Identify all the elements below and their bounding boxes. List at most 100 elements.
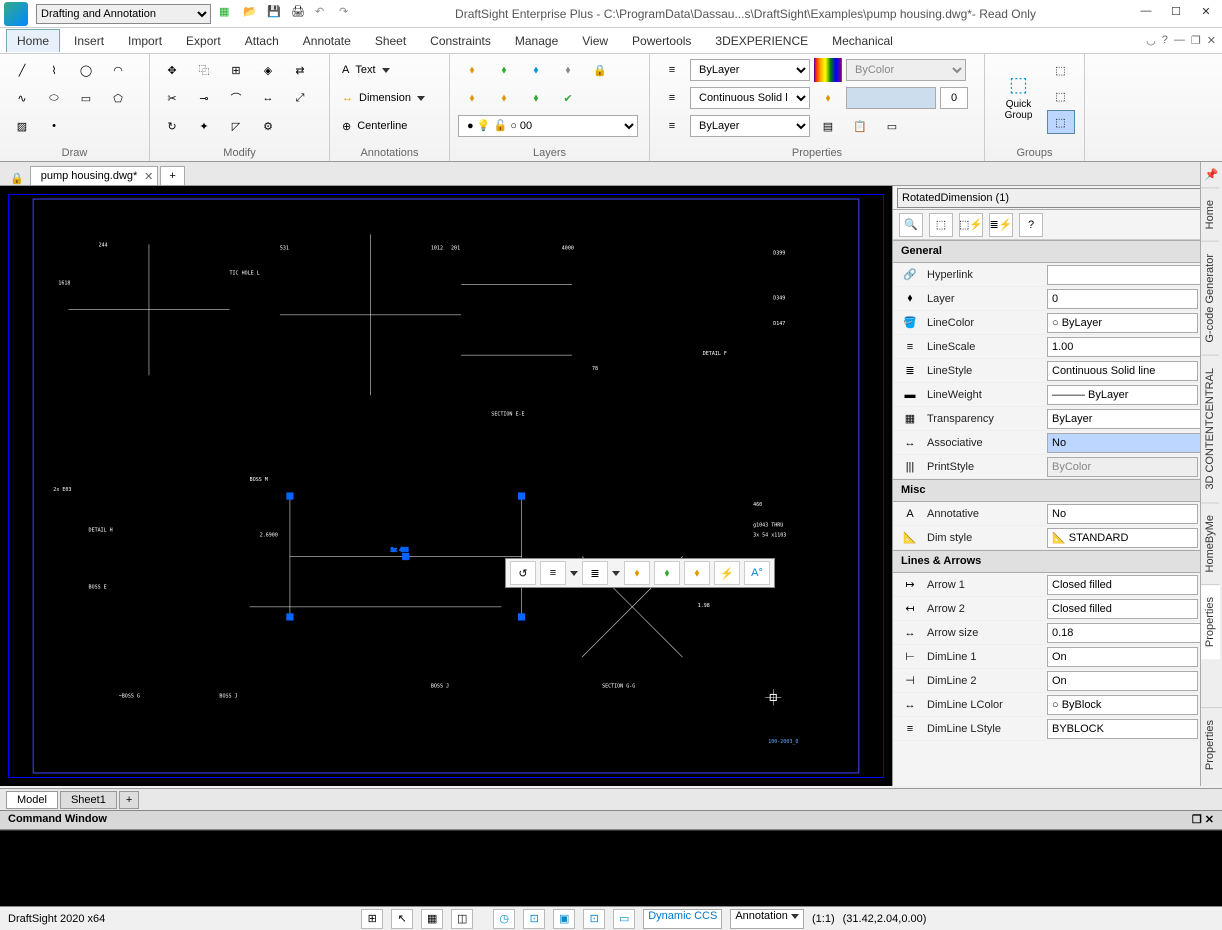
open-icon[interactable]: 📂 xyxy=(243,5,261,23)
select-button[interactable]: ▭ xyxy=(878,114,906,138)
esnap-button[interactable]: ⊡ xyxy=(523,909,545,929)
stretch-button[interactable]: ↔ xyxy=(254,86,282,110)
prop-value[interactable]: ——— ByLayer xyxy=(1047,385,1198,405)
grid-button[interactable]: ▦ xyxy=(421,909,443,929)
line-button[interactable]: ╱ xyxy=(8,58,36,82)
quick-group-button[interactable]: ⬚ QuickGroup xyxy=(995,66,1043,126)
dyn-button[interactable]: ▭ xyxy=(613,909,635,929)
reset-button[interactable]: ↺ xyxy=(510,561,536,585)
new-tab-button[interactable]: + xyxy=(160,166,184,185)
quick-select-button[interactable]: ⬚⚡ xyxy=(959,213,983,237)
layer-merge-button[interactable]: ✔ xyxy=(554,86,582,110)
prop-section[interactable]: Misc▴ xyxy=(893,479,1222,502)
polyline-button[interactable]: ⌇ xyxy=(40,58,68,82)
redo-icon[interactable]: ↷ xyxy=(339,5,357,23)
layer2-button[interactable]: ⬧ xyxy=(654,561,680,585)
side-tab-homebyme[interactable]: HomeByMe xyxy=(1201,502,1219,584)
layer-select[interactable]: ● 💡 🔓 ○ 00 xyxy=(458,115,638,137)
prop-value[interactable]: Closed filled xyxy=(1047,575,1198,595)
prop-value[interactable]: Closed filled xyxy=(1047,599,1198,619)
tab-constraints[interactable]: Constraints xyxy=(420,30,501,52)
linetype-select[interactable]: Continuous Solid l xyxy=(690,87,810,109)
layer-lock-button[interactable]: 🔒 xyxy=(586,58,614,82)
prop-value[interactable]: ○ ByLayer xyxy=(1047,313,1198,333)
snap-button[interactable]: ⊞ xyxy=(361,909,383,929)
match-props-button[interactable]: ≡ xyxy=(658,58,686,82)
layer-manager-button[interactable]: ⬧ xyxy=(458,58,486,82)
tab-insert[interactable]: Insert xyxy=(64,30,114,52)
prop-value[interactable]: On xyxy=(1047,647,1198,667)
sheet-tab-sheet1[interactable]: Sheet1 xyxy=(60,791,117,809)
drawing-canvas[interactable]: 1618244 TIC HOLE L 5311012 SECTION E-E 2… xyxy=(0,186,892,786)
tab-powertools[interactable]: Powertools xyxy=(622,30,701,52)
extend-button[interactable]: ⊸ xyxy=(190,86,218,110)
prop-value[interactable]: 📐 STANDARD xyxy=(1047,528,1198,548)
layer1-button[interactable]: ⬧ xyxy=(624,561,650,585)
tab-home[interactable]: Home xyxy=(6,29,60,52)
transparency-value[interactable] xyxy=(940,87,968,109)
prop-value[interactable]: ○ ByBlock xyxy=(1047,695,1198,715)
array-button[interactable]: ⊞ xyxy=(222,58,250,82)
dccs-toggle[interactable]: Dynamic CCS xyxy=(643,909,722,929)
new-icon[interactable]: ▦ xyxy=(219,5,237,23)
align-center-button[interactable]: ≣ xyxy=(582,561,608,585)
transparency-slider[interactable] xyxy=(846,87,936,109)
layer-freeze-button[interactable]: ⬧ xyxy=(522,58,550,82)
doc-minimize-icon[interactable]: — xyxy=(1174,34,1185,47)
close-icon[interactable]: ✕ xyxy=(144,170,153,183)
bycolor-select[interactable]: ByColor xyxy=(846,59,966,81)
polygon-button[interactable]: ⬠ xyxy=(104,86,132,110)
flash-button[interactable]: ⚡ xyxy=(714,561,740,585)
lwt-button[interactable]: ⊡ xyxy=(583,909,605,929)
ortho-button[interactable]: ◫ xyxy=(451,909,473,929)
rotate-button[interactable]: ↻ xyxy=(158,114,186,138)
maximize-button[interactable]: ☐ xyxy=(1164,5,1188,23)
workspace-select[interactable]: Drafting and Annotation xyxy=(36,4,211,24)
doc-restore-icon[interactable]: ❐ xyxy=(1191,34,1201,47)
prop-section[interactable]: Lines & Arrows▴ xyxy=(893,550,1222,573)
prop-value[interactable]: No xyxy=(1047,433,1218,453)
pin-icon[interactable]: 📌 xyxy=(1201,162,1222,187)
prop-value[interactable]: ByLayer xyxy=(1047,409,1218,429)
color-wheel-icon[interactable] xyxy=(814,58,842,82)
fillet-button[interactable]: ⌒ xyxy=(222,86,250,110)
trim-button[interactable]: ✂ xyxy=(158,86,186,110)
tab-attach[interactable]: Attach xyxy=(235,30,289,52)
dock-icon[interactable]: ❐ xyxy=(1192,814,1202,826)
tab-export[interactable]: Export xyxy=(176,30,231,52)
file-tab[interactable]: pump housing.dwg*✕ xyxy=(30,166,159,185)
layer-walk-button[interactable]: ⬧ xyxy=(490,86,518,110)
annotation-scale-select[interactable]: Annotation xyxy=(730,909,804,929)
close-button[interactable]: ✕ xyxy=(1194,5,1218,23)
help-icon[interactable]: ? xyxy=(1162,34,1168,47)
polar-button[interactable]: ◷ xyxy=(493,909,515,929)
scale-button[interactable]: ⤢ xyxy=(286,86,314,110)
tab-mechanical[interactable]: Mechanical xyxy=(822,30,903,52)
tab-annotate[interactable]: Annotate xyxy=(293,30,361,52)
prop-value[interactable]: No xyxy=(1047,504,1198,524)
group-button[interactable]: ⬚ xyxy=(1047,58,1075,82)
layer3-button[interactable]: ⬧ xyxy=(684,561,710,585)
prop-value[interactable]: Continuous Solid line xyxy=(1047,361,1198,381)
explode-button[interactable]: ✦ xyxy=(190,114,218,138)
more-modify-button[interactable]: ⚙ xyxy=(254,114,282,138)
print-icon[interactable]: 🖨 xyxy=(291,5,309,23)
circle-button[interactable]: ◯ xyxy=(72,58,100,82)
group-edit-button[interactable]: ⬚ xyxy=(1047,110,1075,134)
prop-value[interactable]: 1.00 xyxy=(1047,337,1218,357)
filter-button[interactable]: ≣⚡ xyxy=(989,213,1013,237)
zoom-sel-button[interactable]: 🔍 xyxy=(899,213,923,237)
layer-off-button[interactable]: ⬧ xyxy=(554,58,582,82)
side-tab-3dcc[interactable]: 3D CONTENTCENTRAL xyxy=(1201,355,1219,502)
prop-value[interactable] xyxy=(1047,265,1218,285)
etrack-button[interactable]: ▣ xyxy=(553,909,575,929)
prop-value[interactable]: BYBLOCK xyxy=(1047,719,1198,739)
cmd-close-icon[interactable]: ✕ xyxy=(1205,814,1214,826)
prop-value[interactable]: 0.18 xyxy=(1047,623,1218,643)
side-tab-properties[interactable]: Properties xyxy=(1201,584,1220,659)
prop-value[interactable]: On xyxy=(1047,671,1198,691)
prop-value[interactable]: 0 xyxy=(1047,289,1198,309)
dimension-button[interactable]: ↔Dimension xyxy=(338,86,458,110)
text-button[interactable]: AText xyxy=(338,58,458,82)
list-button[interactable]: ▤ xyxy=(814,114,842,138)
